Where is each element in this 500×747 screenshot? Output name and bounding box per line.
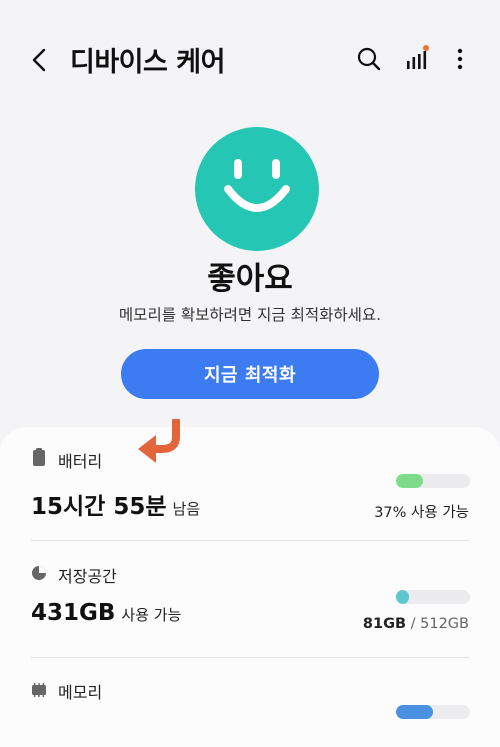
battery-time-value: 15시간 55분 — [31, 494, 167, 520]
status-message: 메모리를 확보하려면 지금 최적화하세요. — [118, 306, 382, 324]
optimize-now-button[interactable]: 지금 최적화 — [121, 349, 379, 399]
storage-progress-fill — [396, 590, 410, 604]
storage-pie-icon — [31, 565, 47, 581]
annotation-arrow-icon — [134, 417, 186, 467]
divider — [31, 657, 470, 658]
device-stats-card: 배터리 15시간 55분 남음 37% 사용 가능 저장공간 431GB 사용 가능 — [0, 417, 500, 747]
status-label: 좋아요 — [207, 261, 293, 297]
memory-progress-fill — [396, 705, 433, 719]
smiley-face-icon — [195, 127, 319, 251]
battery-time-suffix: 남음 — [172, 500, 201, 518]
storage-used: 81GB — [362, 616, 407, 632]
battery-percent: 37% 사용 가능 — [374, 505, 469, 521]
battery-progress-fill — [396, 474, 424, 488]
battery-icon — [31, 448, 47, 466]
storage-value: 431GB — [31, 600, 116, 626]
battery-progress-bar — [396, 474, 470, 488]
search-icon[interactable] — [354, 44, 384, 74]
app-header: 디바이스 케어 — [0, 0, 500, 120]
memory-progress-bar — [396, 705, 470, 719]
storage-label: 저장공간 — [58, 567, 117, 586]
more-options-icon[interactable] — [446, 44, 476, 74]
notification-dot — [423, 45, 429, 51]
storage-available: 431GB 사용 가능 — [31, 600, 181, 626]
battery-time: 15시간 55분 남음 — [31, 487, 200, 521]
back-arrow-icon[interactable] — [26, 46, 54, 74]
memory-label: 메모리 — [58, 683, 103, 702]
battery-label: 배터리 — [58, 452, 103, 471]
storage-usage: 81GB / 512GB — [363, 616, 469, 632]
storage-suffix: 사용 가능 — [121, 606, 182, 624]
page-title: 디바이스 케어 — [70, 47, 225, 78]
memory-chip-icon — [31, 682, 47, 698]
signal-bars-icon[interactable] — [403, 44, 433, 74]
storage-total: / 512GB — [406, 616, 469, 632]
divider — [31, 540, 470, 541]
storage-progress-bar — [396, 590, 470, 604]
